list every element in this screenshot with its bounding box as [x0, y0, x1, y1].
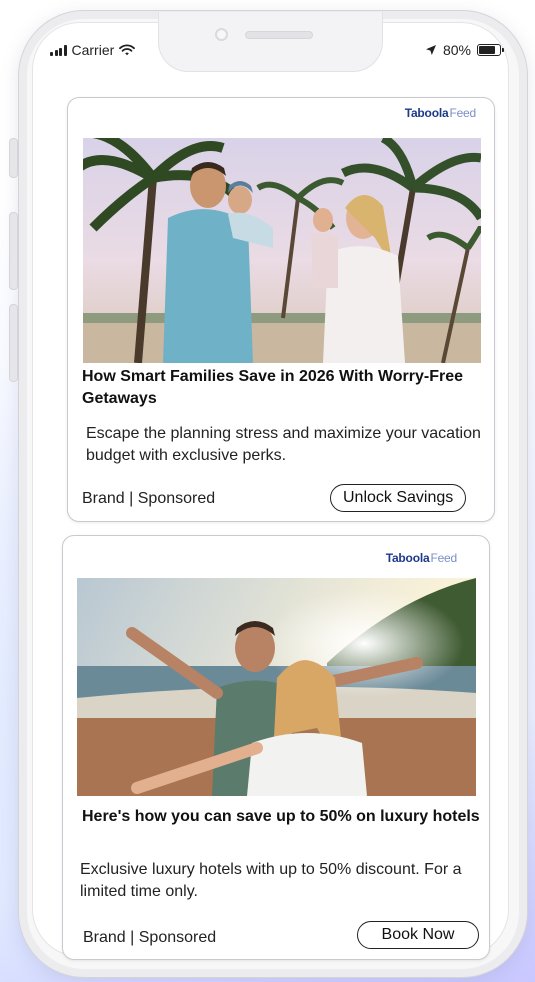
phone-volume-up-button: [9, 212, 18, 290]
carrier-name: Carrier: [71, 42, 115, 58]
sponsored-card[interactable]: TaboolaFeed: [62, 535, 490, 960]
wifi-icon: [119, 44, 136, 56]
sponsor-label: Brand | Sponsored: [82, 490, 216, 507]
phone-notch: [158, 12, 383, 72]
card-headline[interactable]: How Smart Families Save in 2026 With Wor…: [82, 366, 482, 410]
battery-icon: [477, 44, 504, 56]
brand-logo-name: Taboola: [404, 106, 449, 120]
battery-percent: 80%: [442, 42, 471, 58]
taboola-feed-logo: TaboolaFeed: [386, 551, 457, 565]
sponsor-label: Brand | Sponsored: [83, 929, 217, 946]
battery-fill: [479, 46, 495, 54]
brand-logo-suffix: Feed: [430, 551, 457, 565]
earpiece-speaker: [245, 31, 313, 39]
status-bar-right: 80%: [425, 41, 504, 59]
status-bar-left: Carrier: [50, 41, 136, 59]
front-camera: [215, 28, 228, 41]
location-arrow-icon: [425, 45, 436, 55]
unlock-savings-button[interactable]: Unlock Savings: [330, 484, 467, 512]
brand-logo-suffix: Feed: [449, 106, 476, 120]
family-beach-photo[interactable]: [83, 138, 481, 363]
phone-mute-switch: [9, 138, 18, 178]
book-now-button[interactable]: Book Now: [357, 921, 479, 949]
taboola-feed-logo: TaboolaFeed: [405, 106, 476, 120]
phone-volume-down-button: [9, 304, 18, 382]
sponsored-card[interactable]: TaboolaFeed: [67, 97, 495, 522]
card-description: Escape the planning stress and maximize …: [86, 425, 481, 464]
couple-beach-photo[interactable]: [77, 578, 476, 796]
card-description: Exclusive luxury hotels with up to 50% d…: [80, 861, 462, 900]
signal-bars-icon: [50, 44, 67, 56]
brand-logo-name: Taboola: [385, 551, 430, 565]
card-headline[interactable]: Here's how you can save up to 50% on lux…: [82, 806, 487, 828]
